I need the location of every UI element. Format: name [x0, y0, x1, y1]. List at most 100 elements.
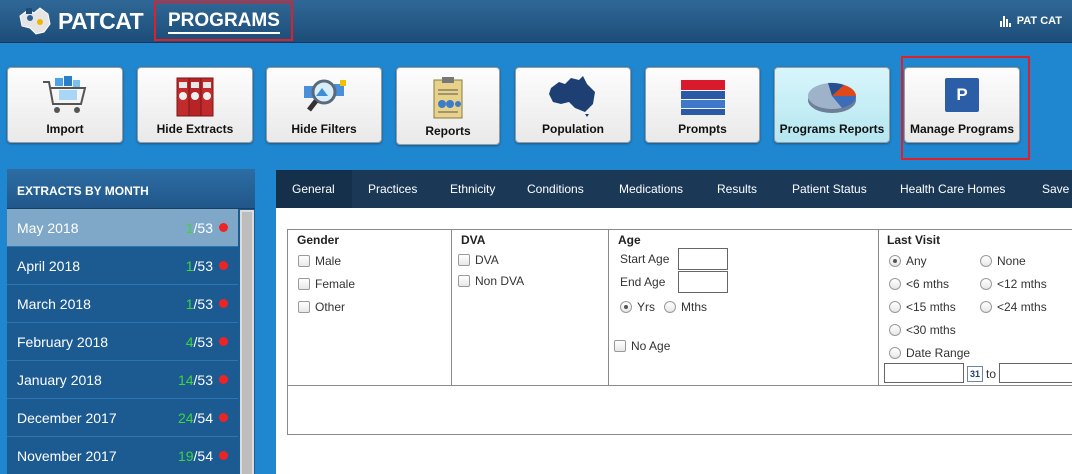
no-age-label: No Age	[631, 339, 671, 353]
filter-tabs: General Practices Ethnicity Conditions M…	[276, 170, 1072, 208]
month-row-december-2017[interactable]: December 2017 24/54	[7, 399, 238, 437]
brand-name: PATCAT	[58, 8, 144, 34]
status-dot-icon	[219, 223, 228, 232]
tab-general[interactable]: General	[276, 170, 352, 208]
extract-count: 1	[185, 257, 194, 274]
programs-reports-button[interactable]: Programs Reports	[774, 67, 890, 143]
date-range-option[interactable]: Date Range	[889, 346, 970, 360]
month-name: May 2018	[17, 219, 79, 236]
male-option[interactable]: Male	[298, 254, 341, 268]
lt24-option[interactable]: <24 mths	[980, 300, 1047, 314]
lt15-option[interactable]: <15 mths	[889, 300, 956, 314]
status-dot-icon	[219, 375, 228, 384]
hide-extracts-button[interactable]: Hide Extracts	[137, 67, 253, 143]
manage-programs-button[interactable]: P Manage Programs	[904, 67, 1020, 143]
lt30-label: <30 mths	[906, 323, 956, 337]
tab-ethnicity[interactable]: Ethnicity	[435, 170, 512, 208]
month-row-may-2018[interactable]: May 2018 1/53	[7, 209, 238, 247]
any-label: Any	[906, 254, 927, 268]
month-row-february-2018[interactable]: February 2018 4/53	[7, 323, 238, 361]
yrs-option[interactable]: Yrs	[620, 300, 655, 314]
extract-count: 1	[185, 219, 194, 236]
lt24-label: <24 mths	[997, 300, 1047, 314]
non-dva-option[interactable]: Non DVA	[458, 274, 524, 288]
lt6-label: <6 mths	[906, 277, 950, 291]
last-visit-title: Last Visit	[887, 233, 941, 247]
hide-filters-button[interactable]: Hide Filters	[266, 67, 382, 143]
lt15-radio[interactable]	[889, 301, 901, 313]
female-checkbox[interactable]	[298, 278, 310, 290]
lt24-radio[interactable]	[980, 301, 992, 313]
start-age-input[interactable]	[678, 248, 728, 270]
bar-chart-icon	[999, 15, 1012, 27]
gender-filter: Gender Male Female Other	[288, 230, 452, 386]
no-age-option[interactable]: No Age	[614, 339, 670, 353]
month-row-april-2018[interactable]: April 2018 1/53	[7, 247, 238, 285]
male-checkbox[interactable]	[298, 255, 310, 267]
sidebar-scrollbar[interactable]	[240, 210, 254, 474]
programs-p-icon: P	[945, 78, 979, 112]
binders-icon	[176, 77, 214, 117]
age-filter: Age Start Age End Age Yrs Mths No Age	[609, 230, 879, 386]
none-option[interactable]: None	[980, 254, 1026, 268]
none-radio[interactable]	[980, 255, 992, 267]
other-checkbox[interactable]	[298, 301, 310, 313]
tab-saved[interactable]: Save	[1028, 170, 1072, 208]
user-menu[interactable]: PAT CAT	[999, 15, 1062, 27]
mths-radio[interactable]	[664, 301, 676, 313]
mths-option[interactable]: Mths	[664, 300, 707, 314]
lt12-radio[interactable]	[980, 278, 992, 290]
last-visit-filter: Last Visit Any None <6 mths <12 mths <15…	[879, 230, 1072, 386]
tab-health-care-homes[interactable]: Health Care Homes	[885, 170, 1028, 208]
import-button[interactable]: Import	[7, 67, 123, 143]
end-age-input[interactable]	[678, 271, 728, 293]
filter-panel: Gender Male Female Other DVA DVA Non DVA…	[276, 208, 1072, 474]
tab-patient-status[interactable]: Patient Status	[777, 170, 885, 208]
month-row-march-2018[interactable]: March 2018 1/53	[7, 285, 238, 323]
tab-conditions[interactable]: Conditions	[512, 170, 604, 208]
extract-total: /53	[193, 371, 213, 388]
tab-medications[interactable]: Medications	[604, 170, 702, 208]
any-radio[interactable]	[889, 255, 901, 267]
other-option[interactable]: Other	[298, 300, 345, 314]
date-from-input[interactable]	[884, 363, 964, 383]
lt30-radio[interactable]	[889, 324, 901, 336]
month-name: April 2018	[17, 257, 81, 274]
prompts-button[interactable]: Prompts	[645, 67, 760, 143]
tab-practices[interactable]: Practices	[352, 170, 435, 208]
month-row-november-2017[interactable]: November 2017 19/54	[7, 437, 238, 474]
population-label: Population	[542, 122, 604, 136]
extract-count: 19	[177, 447, 194, 464]
extracts-sidebar: EXTRACTS BY MONTH May 2018 1/53 April 20…	[7, 169, 255, 474]
status-dot-icon	[219, 451, 228, 460]
gender-title: Gender	[297, 233, 340, 247]
tab-results[interactable]: Results	[702, 170, 777, 208]
scrollbar-thumb[interactable]	[242, 212, 252, 474]
no-age-checkbox[interactable]	[614, 340, 626, 352]
reports-button[interactable]: Reports	[396, 67, 500, 145]
date-range-radio[interactable]	[889, 347, 901, 359]
prompts-label: Prompts	[678, 122, 727, 136]
yrs-radio[interactable]	[620, 301, 632, 313]
lt6-option[interactable]: <6 mths	[889, 277, 949, 291]
calendar-icon[interactable]: 31	[967, 366, 983, 382]
date-to-input[interactable]	[999, 363, 1072, 383]
start-age-label: Start Age	[620, 252, 670, 266]
non-dva-label: Non DVA	[475, 274, 525, 288]
population-button[interactable]: Population	[515, 67, 631, 143]
lt30-option[interactable]: <30 mths	[889, 323, 956, 337]
any-option[interactable]: Any	[889, 254, 927, 268]
section-title[interactable]: PROGRAMS	[168, 11, 280, 34]
female-option[interactable]: Female	[298, 277, 355, 291]
extract-count: 4	[185, 333, 194, 350]
month-row-january-2018[interactable]: January 2018 14/53	[7, 361, 238, 399]
extract-count: 24	[177, 409, 194, 426]
non-dva-checkbox[interactable]	[458, 275, 470, 287]
lt12-option[interactable]: <12 mths	[980, 277, 1047, 291]
month-name: March 2018	[17, 295, 91, 312]
lt6-radio[interactable]	[889, 278, 901, 290]
dva-checkbox[interactable]	[458, 254, 470, 266]
month-name: February 2018	[17, 333, 109, 350]
stack-icon	[680, 80, 725, 115]
dva-option[interactable]: DVA	[458, 253, 499, 267]
